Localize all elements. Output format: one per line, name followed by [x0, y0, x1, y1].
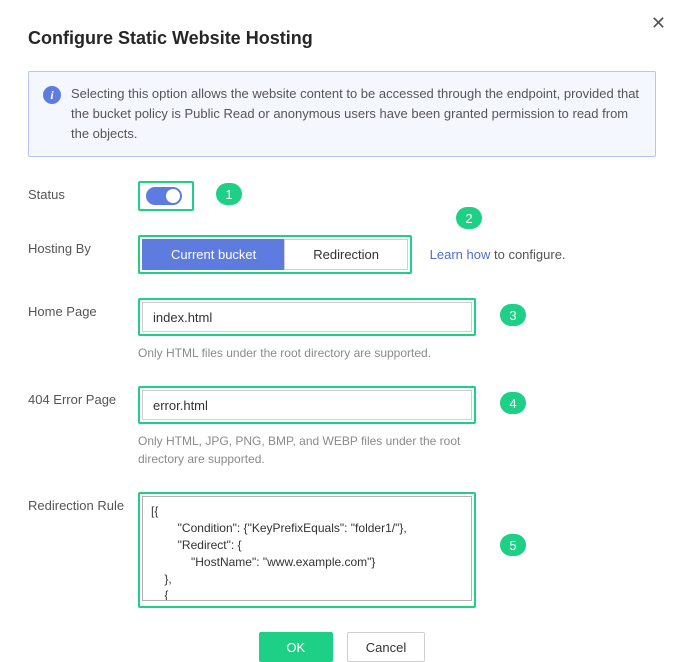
annotation-2: 2 [456, 207, 482, 229]
learn-how-suffix: to configure. [490, 247, 565, 262]
annotation-3: 3 [500, 304, 526, 326]
learn-how-link[interactable]: Learn how [430, 247, 491, 262]
label-home-page: Home Page [28, 298, 138, 319]
label-status: Status [28, 181, 138, 202]
hosting-by-segment: Current bucket Redirection [142, 239, 408, 270]
error-page-helper: Only HTML, JPG, PNG, BMP, and WEBP files… [138, 432, 478, 468]
cancel-button[interactable]: Cancel [347, 632, 425, 662]
ok-button[interactable]: OK [259, 632, 333, 662]
annotation-1: 1 [216, 183, 242, 205]
hosting-option-current-bucket[interactable]: Current bucket [142, 239, 284, 270]
dialog-title: Configure Static Website Hosting [28, 28, 656, 49]
label-error-page: 404 Error Page [28, 386, 138, 407]
hosting-option-redirection[interactable]: Redirection [284, 239, 408, 270]
info-banner: i Selecting this option allows the websi… [28, 71, 656, 157]
home-page-input[interactable] [142, 302, 472, 332]
close-icon[interactable]: ✕ [651, 14, 666, 32]
info-icon: i [43, 86, 61, 104]
redirection-rule-textarea[interactable] [142, 496, 472, 601]
error-page-input[interactable] [142, 390, 472, 420]
label-redirection-rule: Redirection Rule [28, 492, 138, 513]
info-text: Selecting this option allows the website… [71, 84, 641, 144]
dialog-footer: OK Cancel [28, 632, 656, 662]
label-hosting-by: Hosting By [28, 235, 138, 256]
annotation-5: 5 [500, 534, 526, 556]
status-toggle[interactable] [146, 187, 182, 205]
annotation-4: 4 [500, 392, 526, 414]
home-page-helper: Only HTML files under the root directory… [138, 344, 656, 362]
